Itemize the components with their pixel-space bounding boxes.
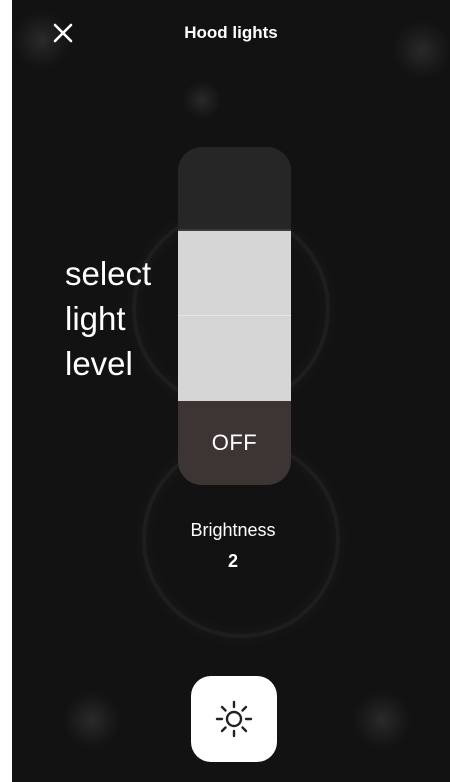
brightness-value: 2 [227,551,238,571]
level-segment-off[interactable]: OFF [178,401,291,485]
brightness-label: Brightness [190,520,276,540]
background-glow [182,80,222,120]
instruction-line: level [65,345,133,382]
level-segment-2[interactable] [178,231,291,315]
level-segment-3[interactable] [178,147,291,231]
instruction-line: light [65,300,126,337]
background-glow [62,690,122,750]
hood-lights-screen: Hood lights select light level OFF Brigh… [12,0,450,782]
instruction-line: select [65,255,152,292]
level-instruction: select light level [65,251,185,386]
sun-icon [215,700,253,738]
off-label: OFF [211,430,258,455]
background-glow [352,690,412,750]
light-toggle-button[interactable] [191,676,277,762]
light-level-slider[interactable]: OFF [178,147,291,485]
page-title: Hood lights [184,23,278,42]
level-segment-1[interactable] [178,315,291,402]
